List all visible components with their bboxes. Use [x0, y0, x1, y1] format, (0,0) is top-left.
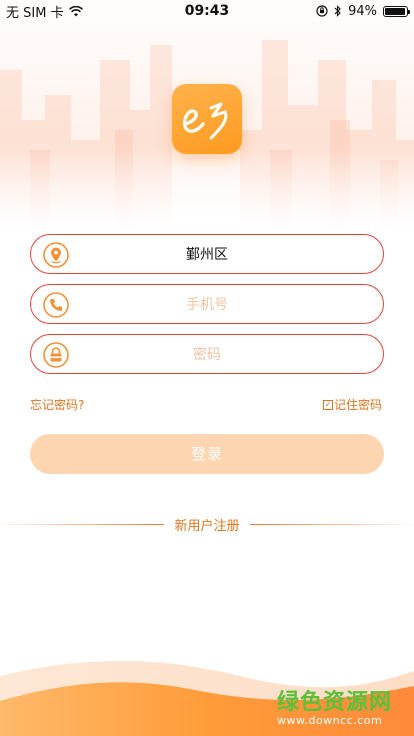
- phone-icon: [43, 292, 69, 318]
- phone-field[interactable]: 手机号: [30, 284, 384, 324]
- region-selector[interactable]: 鄞州区: [30, 234, 384, 274]
- location-pin-icon: [43, 242, 69, 268]
- watermark-url: www.downcc.com: [276, 714, 383, 727]
- watermark: 绿色资源网 www.downcc.com: [277, 684, 392, 727]
- lock-icon: [43, 342, 69, 368]
- remember-password-toggle[interactable]: ✓ 记住密码: [322, 396, 382, 413]
- password-placeholder: 密码: [193, 347, 221, 363]
- phone-placeholder: 手机号: [186, 297, 228, 313]
- watermark-title: 绿色资源网: [276, 690, 392, 715]
- status-time: 09:43: [184, 3, 230, 19]
- battery-icon: [383, 5, 410, 17]
- status-bar: 无 SIM 卡 09:43 94%: [0, 0, 414, 22]
- checkbox-checked-icon[interactable]: ✓: [322, 399, 333, 410]
- forgot-password-link[interactable]: 忘记密码?: [30, 396, 84, 413]
- remember-password-label: 记住密码: [333, 398, 382, 412]
- battery-fill: [385, 7, 405, 15]
- login-button[interactable]: 登录: [30, 434, 384, 474]
- password-field[interactable]: 密码: [30, 334, 384, 374]
- register-row: 新用户注册: [0, 514, 414, 534]
- region-value: 鄞州区: [186, 247, 228, 263]
- app-logo: [172, 84, 242, 154]
- divider-right: [250, 524, 414, 525]
- e-xiang-logo-icon: [183, 102, 228, 140]
